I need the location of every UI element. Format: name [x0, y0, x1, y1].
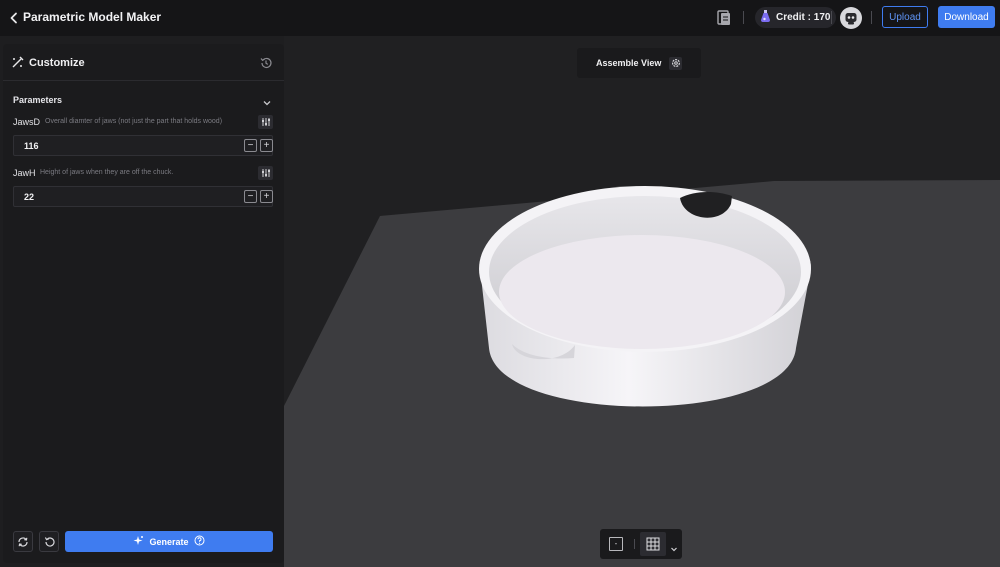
top-bar: Parametric Model Maker Credit : 170 Uplo…: [0, 0, 1000, 36]
model-viewport[interactable]: Assemble View -: [284, 36, 1000, 567]
generate-label: Generate: [149, 536, 189, 547]
panel-title: Customize: [29, 57, 85, 69]
param-value-field: − +: [13, 186, 273, 207]
divider: [743, 11, 744, 24]
divider: [871, 11, 872, 24]
avatar-icon[interactable]: [840, 7, 862, 29]
param-name: JawH: [13, 168, 36, 178]
assemble-view-label: Assemble View: [596, 58, 662, 68]
download-button[interactable]: Download: [938, 6, 995, 28]
increment-button[interactable]: +: [260, 190, 273, 203]
credit-badge[interactable]: Credit : 170: [755, 7, 837, 28]
chevron-down-icon[interactable]: [262, 95, 272, 106]
magic-wand-icon: [11, 56, 24, 69]
divider: [831, 11, 832, 24]
param-description: Overall diamter of jaws (not just the pa…: [45, 118, 223, 125]
history-icon[interactable]: [259, 56, 273, 70]
sliders-icon[interactable]: [258, 115, 273, 129]
potion-icon: [759, 9, 772, 26]
frame-view-button[interactable]: -: [609, 537, 623, 551]
chevron-left-icon[interactable]: [7, 10, 21, 26]
assemble-view-toggle[interactable]: Assemble View: [577, 48, 701, 78]
generate-button[interactable]: Generate: [65, 531, 273, 552]
sliders-icon[interactable]: [258, 166, 273, 180]
param-value-input[interactable]: [24, 141, 144, 151]
decrement-button[interactable]: −: [244, 190, 257, 203]
view-toolbar: -: [600, 529, 682, 559]
decrement-button[interactable]: −: [244, 139, 257, 152]
grid-icon[interactable]: [640, 532, 666, 556]
gear-icon[interactable]: [669, 56, 683, 70]
help-icon[interactable]: [194, 535, 205, 548]
model-scene: [284, 180, 1000, 567]
document-icon[interactable]: [716, 9, 732, 26]
undo-button[interactable]: [39, 531, 59, 552]
undo-icon: [44, 536, 55, 547]
panel-header: Customize: [3, 44, 284, 81]
param-value-field: − +: [13, 135, 273, 156]
parameters-heading: Parameters: [13, 95, 63, 105]
param-name: JawsD: [13, 117, 41, 127]
chevron-down-icon[interactable]: [670, 540, 678, 552]
param-description: Height of jaws when they are off the chu…: [40, 169, 174, 176]
customize-panel: Customize Parameters JawsD Overall diamt…: [3, 44, 284, 563]
increment-button[interactable]: +: [260, 139, 273, 152]
refresh-button[interactable]: [13, 531, 33, 552]
bowl-inner-floor: [499, 235, 785, 349]
divider: [634, 539, 635, 549]
credit-label: Credit : 170: [776, 12, 831, 23]
refresh-icon: [18, 536, 28, 547]
upload-button[interactable]: Upload: [882, 6, 928, 28]
app-title: Parametric Model Maker: [23, 10, 162, 24]
sparkle-icon: [133, 535, 144, 548]
param-value-input[interactable]: [24, 192, 144, 202]
